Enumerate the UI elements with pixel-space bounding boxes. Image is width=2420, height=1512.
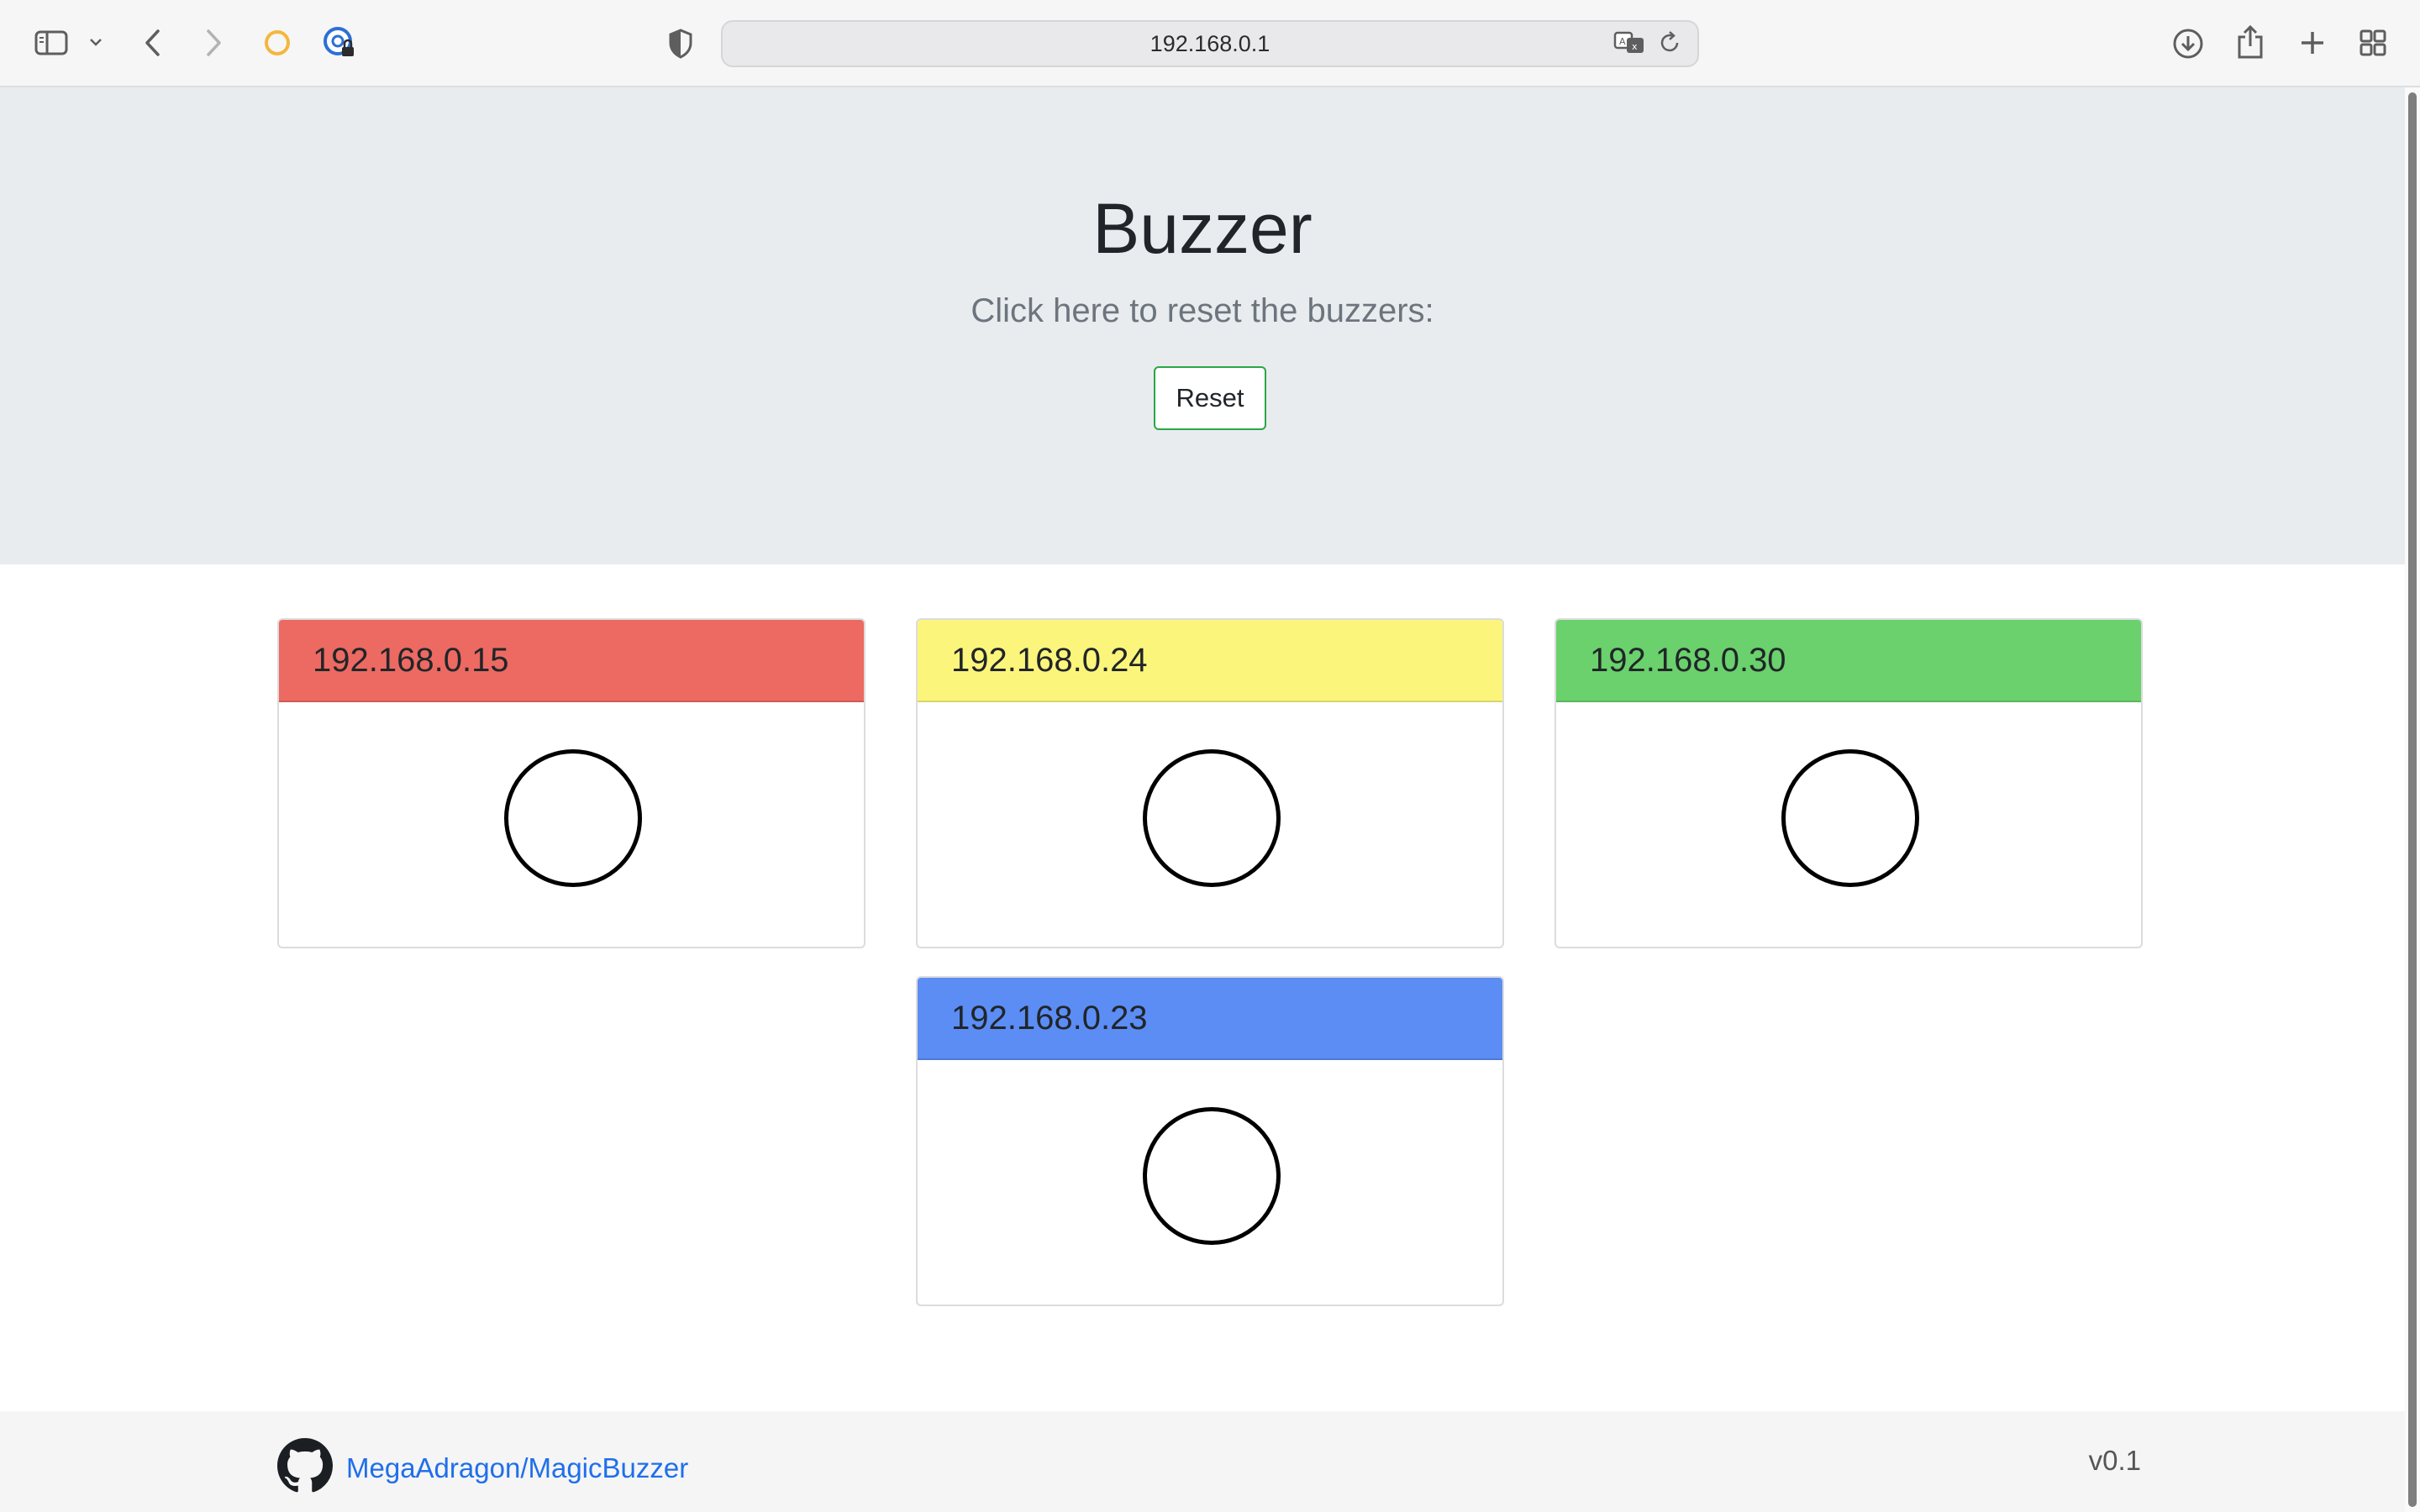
buzzer-indicator [1143, 1107, 1281, 1245]
repo-link[interactable]: MegaAdragon/MagicBuzzer [277, 1438, 688, 1498]
tab-grid-icon[interactable] [2356, 25, 2390, 60]
version-label: v0.1 [2088, 1445, 2141, 1476]
buzzer-card-header: 192.168.0.24 [918, 620, 1502, 702]
translate-icon[interactable]: Ax [1613, 30, 1647, 60]
page-root: 192.168.0.1 Ax Buzzer Click here to rese… [0, 0, 2420, 1512]
share-icon[interactable] [2233, 22, 2267, 62]
download-icon[interactable] [2170, 25, 2207, 62]
buzzer-card-header: 192.168.0.23 [918, 978, 1502, 1060]
buzzer-card-body [279, 702, 864, 947]
scrollbar-thumb[interactable] [2408, 92, 2417, 1507]
buzzer-card-body [918, 702, 1502, 947]
buzzer-card: 192.168.0.30 [1555, 618, 2143, 948]
github-icon [277, 1438, 333, 1498]
forward-arrow-icon[interactable] [198, 25, 229, 60]
svg-text:x: x [1632, 41, 1638, 52]
reset-button[interactable]: Reset [1154, 366, 1266, 430]
buzzer-card-header: 192.168.0.30 [1556, 620, 2141, 702]
buzzer-card: 192.168.0.15 [277, 618, 865, 948]
back-arrow-icon[interactable] [138, 25, 168, 60]
buzzer-indicator [504, 749, 642, 887]
address-bar[interactable]: 192.168.0.1 Ax [721, 20, 1699, 67]
svg-text:A: A [1619, 36, 1626, 47]
address-url: 192.168.0.1 [1150, 30, 1270, 56]
chevron-down-icon[interactable] [86, 32, 106, 52]
password-lock-icon[interactable] [321, 24, 358, 62]
buzzer-card-body [918, 1060, 1502, 1305]
reload-icon[interactable] [1659, 30, 1682, 60]
buzzer-indicator [1143, 749, 1281, 887]
buzzer-card: 192.168.0.23 [916, 976, 1504, 1306]
circle-extension-icon[interactable] [260, 25, 294, 60]
shield-icon[interactable] [664, 27, 697, 60]
sidebar-icon[interactable] [32, 25, 71, 60]
buzzer-card-header: 192.168.0.15 [279, 620, 864, 702]
repo-link-text: MegaAdragon/MagicBuzzer [346, 1452, 689, 1483]
buzzer-card-body [1556, 702, 2141, 947]
page-title: Buzzer [1092, 189, 1313, 268]
buzzer-indicator [1781, 749, 1919, 887]
hero-section: Buzzer Click here to reset the buzzers: … [0, 87, 2405, 564]
plus-icon[interactable] [2296, 25, 2329, 60]
footer: MegaAdragon/MagicBuzzer v0.1 [0, 1411, 2405, 1512]
buzzer-card: 192.168.0.24 [916, 618, 1504, 948]
reset-instructions: Click here to reset the buzzers: [971, 292, 1434, 329]
browser-toolbar: 192.168.0.1 Ax [0, 0, 2420, 87]
scrollbar[interactable] [2405, 87, 2420, 1512]
